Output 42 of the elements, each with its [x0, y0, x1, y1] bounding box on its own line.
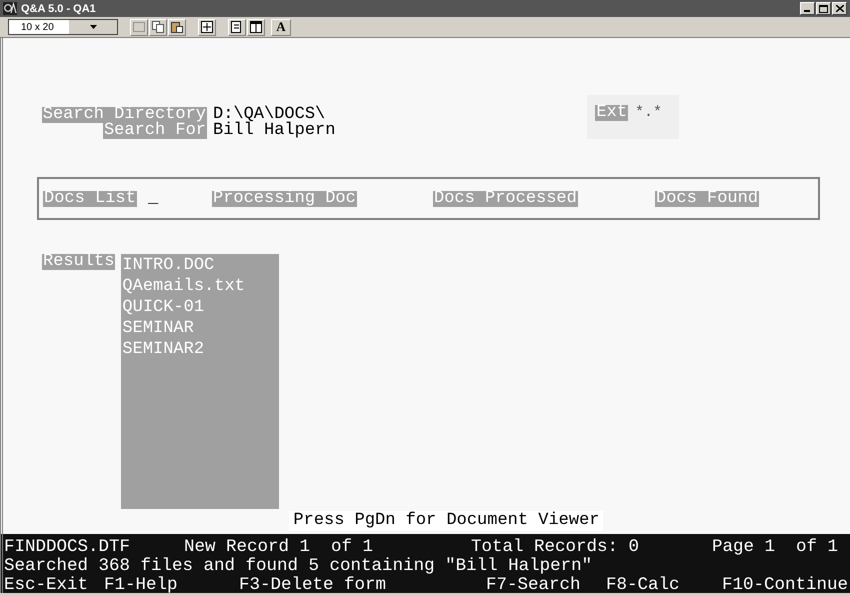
close-button[interactable]	[832, 2, 847, 15]
maximize-icon	[819, 4, 828, 12]
extension-value[interactable]: *.*	[635, 105, 662, 121]
status-text: Total Records: 0	[471, 538, 640, 557]
font-size-dropdown[interactable]: 10 x 20	[8, 19, 118, 35]
key-hint: F10-Continue	[722, 576, 850, 595]
fullscreen-button[interactable]	[198, 18, 216, 36]
directory-value[interactable]: D:\QA\DOCS\	[213, 107, 336, 123]
status-text: New Record 1	[184, 538, 312, 557]
key-hint: F8-Calc	[606, 576, 681, 595]
mark-tool-button[interactable]	[130, 18, 148, 36]
field-label: Docs Found	[655, 190, 760, 206]
copy-button[interactable]	[149, 18, 167, 36]
paste-button[interactable]	[168, 18, 186, 36]
key-hint: F1-Help	[104, 576, 179, 595]
key-hint: F7-Search	[486, 576, 582, 595]
field-label: Results	[42, 254, 116, 270]
field-label: Processing Doc	[212, 190, 357, 206]
maximize-button[interactable]	[816, 2, 831, 15]
close-icon	[836, 5, 844, 12]
field-label: Docs List	[43, 190, 137, 206]
field-label: Search Directory	[42, 107, 207, 123]
status-text: of 1	[331, 538, 374, 557]
window-layout-button[interactable]	[247, 18, 265, 36]
key-hint: Esc-Exit	[4, 576, 90, 595]
properties-button[interactable]	[228, 18, 246, 36]
field-label: Docs Processed	[433, 190, 578, 206]
search-value[interactable]: Bill Halpern	[213, 123, 336, 139]
text-cursor: _	[148, 190, 158, 206]
app-logo-icon	[3, 2, 17, 15]
hint-text: Press PgDn for Document Viewer	[289, 511, 604, 531]
field-label: Ext	[595, 105, 628, 121]
field-label: Search For	[102, 123, 207, 139]
font-button[interactable]: A	[271, 18, 291, 36]
status-text: of 1	[796, 538, 838, 557]
caret-icon	[90, 25, 96, 29]
status-message: Searched 368 files and found 5 containing "Bill Halpern"	[4, 557, 594, 576]
status-text: Page 1	[712, 538, 776, 557]
key-hint: F3-Delete form	[239, 576, 388, 595]
minimize-button[interactable]	[800, 2, 815, 15]
status-text: FINDDOCS.DTF	[4, 538, 132, 557]
window-title: Q&A 5.0 - QA1	[21, 2, 96, 14]
